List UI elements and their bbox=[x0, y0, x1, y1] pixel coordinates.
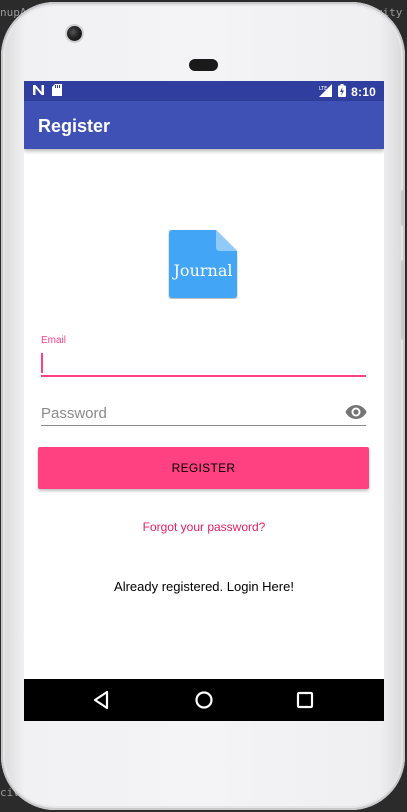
svg-text:LTE: LTE bbox=[319, 86, 327, 92]
navigation-bar bbox=[24, 679, 384, 721]
eye-icon[interactable] bbox=[345, 404, 367, 420]
earpiece-speaker bbox=[189, 59, 218, 71]
email-field[interactable] bbox=[41, 349, 366, 377]
lte-signal-icon: LTE bbox=[319, 84, 333, 100]
forgot-password-link[interactable]: Forgot your password? bbox=[24, 520, 384, 534]
email-label: Email bbox=[41, 335, 67, 346]
phone-device-frame: LTE 8:10 Register Journal Email REGISTER… bbox=[1, 2, 405, 810]
volume-button[interactable] bbox=[401, 260, 405, 340]
power-button[interactable] bbox=[401, 190, 405, 226]
page-title: Register bbox=[38, 116, 111, 136]
back-icon[interactable] bbox=[90, 688, 114, 712]
logo-text: Journal bbox=[173, 261, 233, 280]
home-icon[interactable] bbox=[192, 688, 216, 712]
login-link[interactable]: Already registered. Login Here! bbox=[24, 579, 384, 594]
status-time: 8:10 bbox=[351, 85, 376, 99]
status-bar: LTE 8:10 bbox=[24, 81, 384, 101]
journal-logo: Journal bbox=[168, 229, 238, 299]
recents-icon[interactable] bbox=[293, 688, 317, 712]
front-camera bbox=[67, 26, 82, 41]
text-cursor bbox=[41, 353, 43, 373]
password-field[interactable] bbox=[41, 401, 366, 426]
sd-card-icon bbox=[52, 84, 62, 99]
n-notification-icon bbox=[32, 84, 45, 99]
app-bar: Register bbox=[24, 101, 384, 149]
battery-icon bbox=[338, 84, 347, 100]
app-screen: LTE 8:10 Register Journal Email REGISTER… bbox=[24, 81, 384, 721]
register-button[interactable]: REGISTER bbox=[38, 447, 369, 489]
